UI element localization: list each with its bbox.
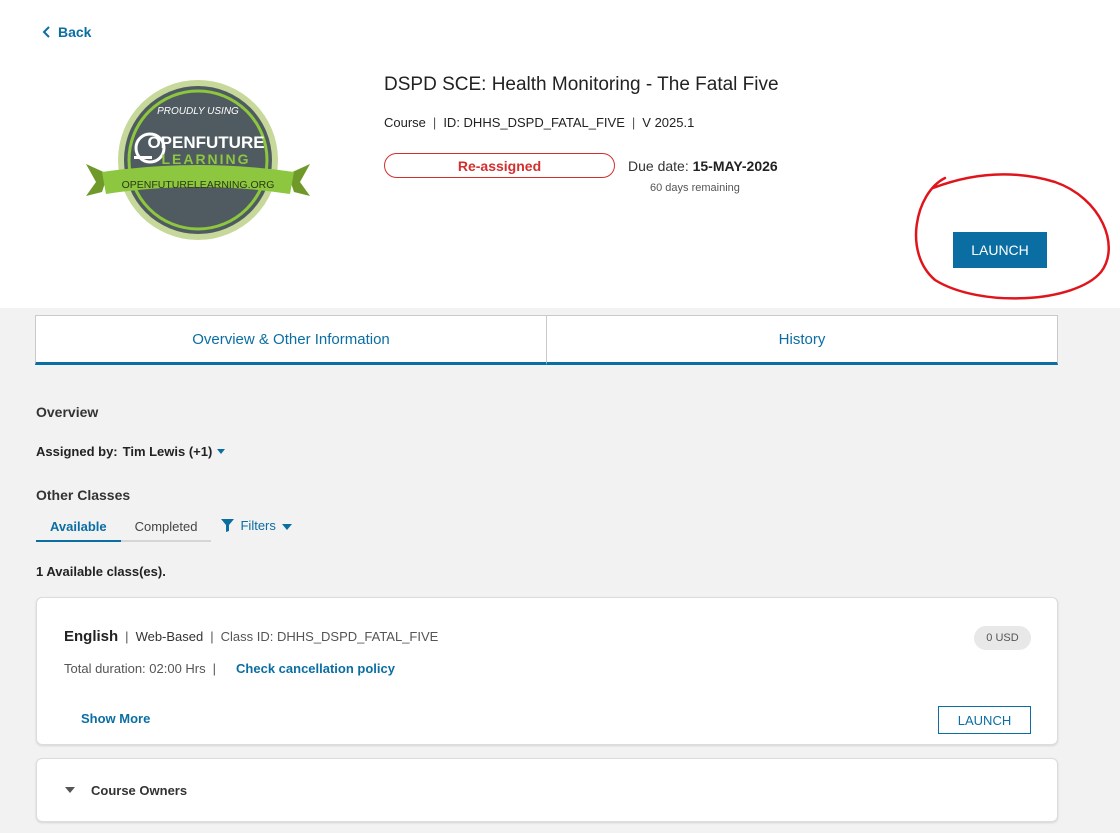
class-separator: | bbox=[125, 629, 129, 644]
chevron-down-icon[interactable] bbox=[217, 448, 226, 455]
logo-top-text: PROUDLY USING bbox=[157, 106, 239, 117]
available-class-count: 1 Available class(es). bbox=[36, 564, 166, 579]
class-duration: Total duration: 02:00 Hrs bbox=[64, 661, 206, 676]
filters-label: Filters bbox=[240, 518, 276, 533]
meta-separator: | bbox=[432, 115, 437, 130]
class-id: Class ID: DHHS_DSPD_FATAL_FIVE bbox=[220, 629, 439, 644]
back-label: Back bbox=[58, 24, 92, 40]
assigned-by-value: Tim Lewis (+1) bbox=[122, 444, 213, 459]
course-owners-accordion[interactable]: Course Owners bbox=[36, 758, 1058, 822]
class-duration-row: Total duration: 02:00 Hrs | Check cancel… bbox=[64, 661, 395, 676]
course-version: V 2025.1 bbox=[642, 115, 695, 130]
back-link[interactable]: Back bbox=[42, 24, 91, 40]
due-date: Due date: 15-MAY-2026 bbox=[628, 158, 778, 174]
class-language: English bbox=[64, 628, 119, 645]
chevron-down-icon bbox=[65, 787, 75, 793]
course-type: Course bbox=[384, 115, 426, 130]
course-title: DSPD SCE: Health Monitoring - The Fatal … bbox=[384, 74, 779, 95]
filters-dropdown[interactable]: Filters bbox=[221, 516, 292, 542]
class-info-row: English | Web-Based | Class ID: DHHS_DSP… bbox=[64, 628, 438, 645]
status-badge: Re-assigned bbox=[384, 153, 615, 178]
meta-separator: | bbox=[631, 115, 636, 130]
course-meta: Course | ID: DHHS_DSPD_FATAL_FIVE | V 20… bbox=[384, 115, 694, 130]
logo-brand-line2: LEARNING bbox=[161, 151, 250, 167]
course-id: ID: DHHS_DSPD_FATAL_FIVE bbox=[443, 115, 625, 130]
launch-class-button[interactable]: LAUNCH bbox=[938, 706, 1031, 734]
course-header: Back PROUDLY USING OPENFUTURE LEARNING O… bbox=[0, 0, 1120, 308]
subtab-available[interactable]: Available bbox=[36, 516, 121, 542]
days-remaining: 60 days remaining bbox=[650, 182, 740, 194]
class-card: English | Web-Based | Class ID: DHHS_DSP… bbox=[36, 597, 1058, 745]
launch-course-button[interactable]: LAUNCH bbox=[953, 232, 1047, 268]
openfuture-learning-badge-logo: PROUDLY USING OPENFUTURE LEARNING OPENFU… bbox=[86, 80, 310, 240]
overview-heading: Overview bbox=[36, 404, 99, 420]
chevron-down-icon bbox=[281, 524, 292, 530]
course-tabs: Overview & Other Information History bbox=[35, 315, 1058, 365]
logo-ribbon-text: OPENFUTURELEARNING.ORG bbox=[122, 179, 275, 191]
due-date-label: Due date: bbox=[628, 158, 689, 174]
due-date-value: 15-MAY-2026 bbox=[692, 158, 778, 174]
cancellation-policy-link[interactable]: Check cancellation policy bbox=[236, 661, 395, 676]
subtab-completed[interactable]: Completed bbox=[120, 516, 212, 542]
assigned-by: Assigned by: Tim Lewis (+1) bbox=[36, 444, 226, 459]
chevron-left-icon bbox=[42, 26, 50, 38]
tab-overview[interactable]: Overview & Other Information bbox=[35, 315, 547, 365]
logo-brand-line1: OPENFUTURE bbox=[147, 133, 264, 152]
class-delivery-type: Web-Based bbox=[135, 629, 204, 644]
course-owners-label: Course Owners bbox=[91, 782, 188, 798]
assigned-by-label: Assigned by: bbox=[36, 444, 118, 459]
other-classes-heading: Other Classes bbox=[36, 487, 131, 503]
class-separator: | bbox=[212, 661, 217, 676]
tab-history[interactable]: History bbox=[547, 315, 1058, 365]
show-more-link[interactable]: Show More bbox=[81, 711, 150, 726]
filter-funnel-icon bbox=[221, 519, 235, 532]
class-separator: | bbox=[210, 629, 214, 644]
class-subtabs: Available Completed Filters bbox=[36, 516, 292, 542]
price-badge: 0 USD bbox=[974, 626, 1031, 650]
